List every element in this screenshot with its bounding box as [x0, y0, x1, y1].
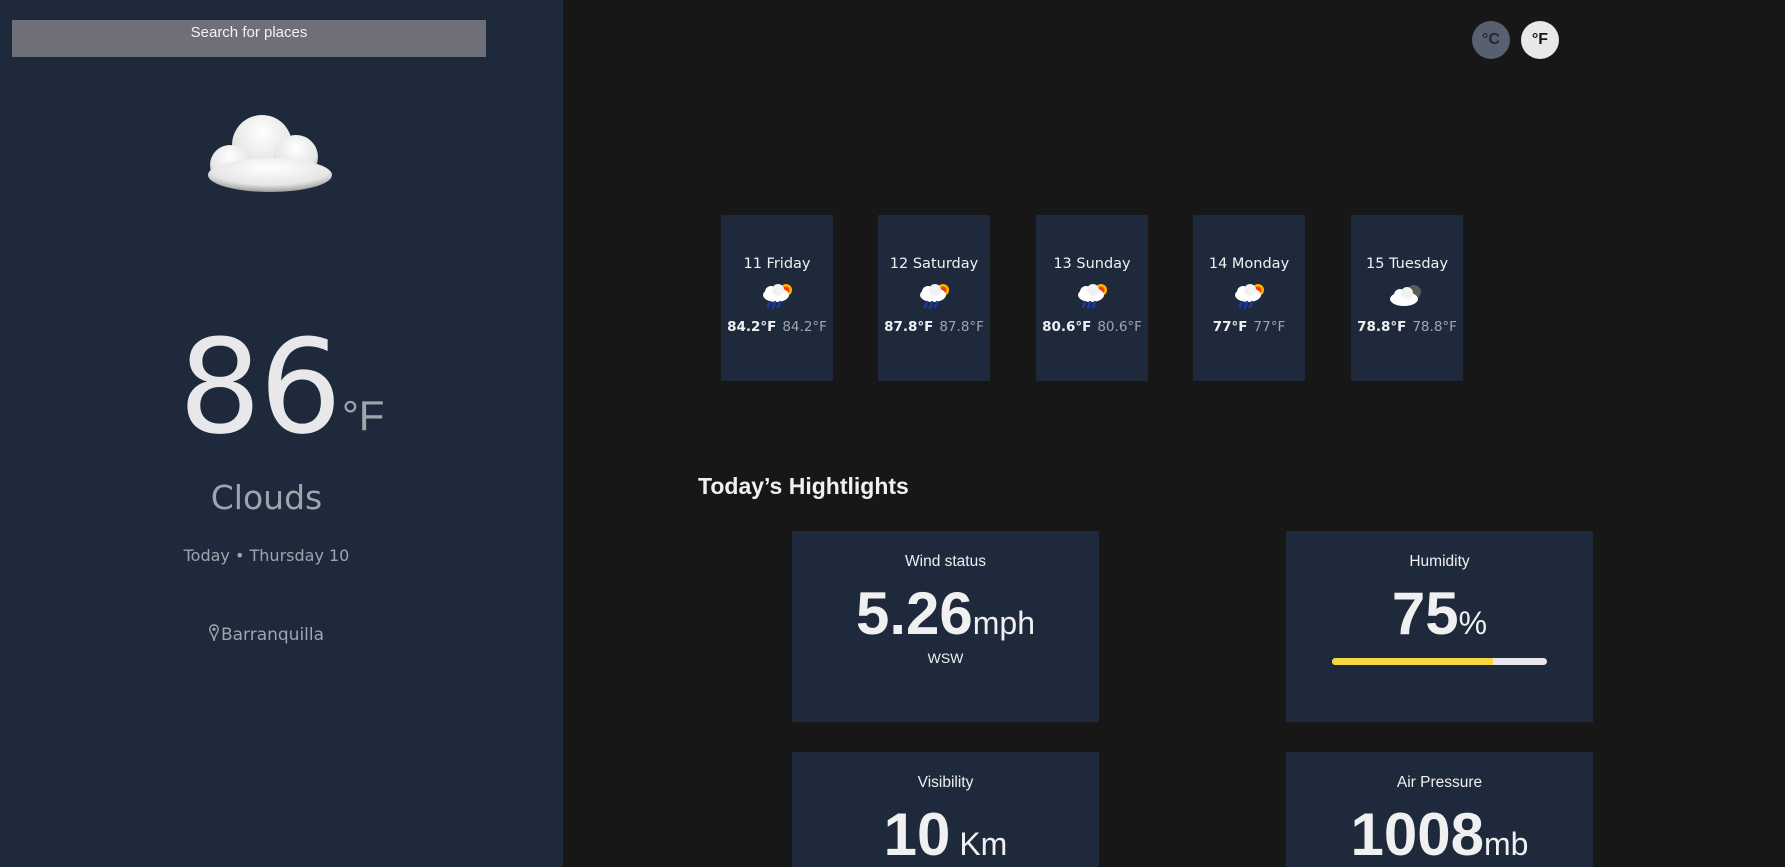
location-pin-icon — [209, 624, 219, 642]
forecast-min: 87.8°F — [939, 319, 984, 335]
humidity-card: Humidity 75% — [1286, 531, 1593, 722]
forecast-card: 12 Saturday 87.8°F 87.8°F — [878, 215, 990, 381]
forecast-max: 84.2°F — [727, 319, 777, 335]
forecast-day: 14 Monday — [1208, 256, 1290, 272]
humidity-value: 75 — [1391, 580, 1459, 647]
forecast-max: 80.6°F — [1042, 319, 1092, 335]
celsius-button[interactable]: °C — [1472, 21, 1510, 59]
wind-status-card: Wind status 5.26mph WSW — [792, 531, 1099, 722]
rain-sun-icon — [920, 284, 949, 310]
location-name: Barranquilla — [220, 625, 325, 645]
search-input[interactable] — [12, 20, 486, 57]
visibility-value: 10 — [883, 801, 951, 867]
temperature-value: 86 — [178, 311, 342, 463]
wind-label: Wind status — [905, 553, 986, 570]
weather-condition: Clouds — [210, 478, 323, 517]
wind-direction: WSW — [927, 650, 964, 666]
visibility-card: Visibility 10 Km — [792, 752, 1099, 867]
forecast-day: 11 Friday — [743, 256, 811, 272]
location: Barranquilla — [0, 624, 533, 645]
current-date: Today • Thursday 10 — [183, 546, 350, 565]
rain-sun-icon — [1078, 284, 1107, 310]
forecast-max: 77°F — [1212, 319, 1248, 335]
forecast-max: 87.8°F — [884, 319, 934, 335]
rain-sun-icon — [1235, 284, 1264, 310]
main-panel: °C °F 11 Friday 84.2°F 84.2°F 12 Saturday… — [563, 0, 1785, 867]
air-pressure-card: Air Pressure 1008mb — [1286, 752, 1593, 867]
visibility-label: Visibility — [917, 774, 974, 791]
visibility-unit: Km — [950, 826, 1008, 862]
current-temperature: 86°F — [0, 312, 563, 462]
humidity-progress-fill — [1332, 658, 1494, 665]
forecast-day: 12 Saturday — [889, 256, 979, 272]
forecast-card: 13 Sunday 80.6°F 80.6°F — [1036, 215, 1148, 381]
humidity-label: Humidity — [1409, 553, 1470, 570]
wind-unit: mph — [972, 605, 1036, 641]
cloud-moon-icon — [1390, 285, 1421, 306]
forecast-card: 11 Friday 84.2°F 84.2°F — [721, 215, 833, 381]
pressure-unit: mb — [1484, 826, 1529, 862]
rain-sun-icon — [763, 284, 792, 310]
wind-value: 5.26 — [855, 580, 973, 647]
sidebar: 86°F Clouds Today • Thursday 10 Barranqu… — [0, 0, 563, 867]
forecast-max: 78.8°F — [1357, 319, 1407, 335]
temperature-unit: °F — [341, 392, 385, 439]
humidity-progress-bar — [1332, 658, 1547, 665]
forecast-min: 78.8°F — [1412, 319, 1457, 335]
humidity-unit: % — [1458, 605, 1488, 641]
forecast-day: 13 Sunday — [1053, 256, 1131, 272]
forecast-min: 84.2°F — [782, 319, 827, 335]
forecast-card: 14 Monday 77°F 77°F — [1193, 215, 1305, 381]
pressure-label: Air Pressure — [1396, 774, 1483, 791]
highlights-title: Today’s Hightlights — [698, 473, 909, 499]
forecast-min: 77°F — [1253, 319, 1286, 335]
pressure-value: 1008 — [1350, 801, 1485, 867]
forecast-day: 15 Tuesday — [1365, 256, 1449, 272]
forecast-min: 80.6°F — [1097, 319, 1142, 335]
fahrenheit-button[interactable]: °F — [1521, 21, 1559, 59]
forecast-card: 15 Tuesday 78.8°F 78.8°F — [1351, 215, 1463, 381]
cloud-icon — [208, 115, 332, 192]
